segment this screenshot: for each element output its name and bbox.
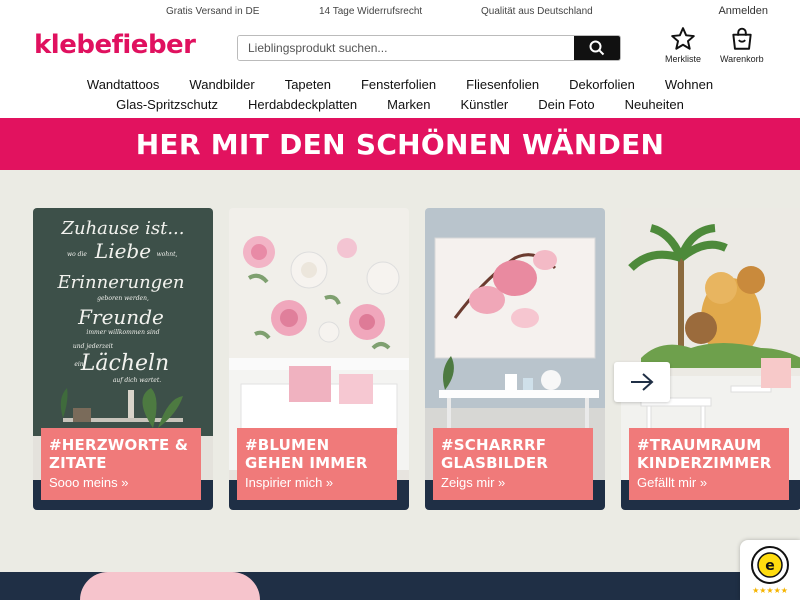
nav-neuheiten[interactable]: Neuheiten — [610, 96, 699, 114]
bag-icon — [732, 27, 752, 50]
card-title: #BLUMEN GEHEN IMMER — [245, 436, 368, 472]
quote-line-wo-die: wo die — [67, 251, 87, 258]
cart-button[interactable]: Warenkorb — [720, 26, 764, 64]
nav-fensterfolien[interactable]: Fensterfolien — [346, 76, 451, 94]
card-cta[interactable]: Zeigs mir » — [441, 475, 585, 490]
category-card-glasbilder[interactable]: #SCHARRRF GLASBILDER Zeigs mir » — [425, 208, 605, 510]
arrow-right-icon — [631, 373, 654, 391]
carousel-next-button[interactable] — [614, 362, 670, 402]
nav-fliesenfolien[interactable]: Fliesenfolien — [451, 76, 554, 94]
trusted-shops-badge[interactable]: e ★★★★★ — [740, 540, 800, 600]
nav-herdabdeckplatten[interactable]: Herdabdeckplatten — [233, 96, 372, 114]
search-input[interactable] — [238, 36, 574, 60]
quote-line-freunde: Freunde — [77, 305, 164, 329]
card-label: #BLUMEN GEHEN IMMER Inspirier mich » — [237, 428, 397, 500]
usp-quality: Qualität aus Deutschland — [481, 6, 593, 17]
search-button[interactable] — [574, 36, 620, 60]
nav-wohnen[interactable]: Wohnen — [650, 76, 728, 94]
card-label: #HERZWORTE & ZITATE Sooo meins » — [41, 428, 201, 500]
card-cta[interactable]: Gefällt mir » — [637, 475, 781, 490]
hero-banner: HER MIT DEN SCHÖNEN WÄNDEN — [0, 118, 800, 170]
header: klebefieber Merkliste Warenkorb — [0, 24, 800, 72]
quote-line-willkommen: immer willkommen sind — [86, 329, 159, 336]
card-title: #TRAUMRAUM KINDERZIMMER — [637, 436, 772, 472]
card-title: #HERZWORTE & ZITATE — [49, 436, 189, 472]
rating-stars: ★★★★★ — [752, 585, 788, 595]
wishlist-label: Merkliste — [665, 54, 702, 64]
quote-line-liebe: Liebe — [94, 239, 151, 263]
usp-bar: Gratis Versand in DE 14 Tage Widerrufsre… — [0, 0, 800, 24]
category-card-kinderzimmer[interactable]: #TRAUMRAUM KINDERZIMMER Gefällt mir » — [621, 208, 800, 510]
card-label: #TRAUMRAUM KINDERZIMMER Gefällt mir » — [629, 428, 789, 500]
nav-kuenstler[interactable]: Künstler — [446, 96, 524, 114]
search-icon — [589, 40, 605, 56]
usp-return: 14 Tage Widerrufsrecht — [319, 6, 423, 17]
category-carousel: Zuhause ist... wo die Liebe wohnt, Erinn… — [0, 170, 800, 572]
nav-marken[interactable]: Marken — [372, 96, 445, 114]
category-card-blumen[interactable]: #BLUMEN GEHEN IMMER Inspirier mich » — [229, 208, 409, 510]
decorative-arc — [80, 572, 260, 600]
svg-text:e: e — [765, 558, 775, 574]
quote-line-geboren: geboren werden, — [97, 295, 149, 302]
quote-line-jederzeit: und jederzeit — [73, 343, 114, 350]
nav-tapeten[interactable]: Tapeten — [270, 76, 346, 94]
cart-label: Warenkorb — [720, 54, 764, 64]
card-title: #SCHARRRF GLASBILDER — [441, 436, 549, 472]
quote-line-erinnerungen: Erinnerungen — [57, 272, 185, 293]
login-link[interactable]: Anmelden — [718, 5, 768, 17]
usp-shipping: Gratis Versand in DE — [166, 6, 260, 17]
quote-line-laecheln: Lächeln — [80, 351, 169, 376]
nav-glas-spritzschutz[interactable]: Glas-Spritzschutz — [101, 96, 233, 114]
hero-title: HER MIT DEN SCHÖNEN WÄNDEN — [135, 127, 665, 161]
category-card-zitate[interactable]: Zuhause ist... wo die Liebe wohnt, Erinn… — [33, 208, 213, 510]
wishlist-button[interactable]: Merkliste — [665, 26, 701, 64]
search-bar — [237, 35, 621, 61]
nav-dekorfolien[interactable]: Dekorfolien — [554, 76, 650, 94]
quote-line-zuhause: Zuhause ist... — [60, 218, 184, 239]
nav-wandtattoos[interactable]: Wandtattoos — [72, 76, 175, 94]
quote-line-wohnt: wohnt, — [157, 251, 178, 258]
nav-dein-foto[interactable]: Dein Foto — [523, 96, 609, 114]
quote-line-wartet: auf dich wartet. — [113, 377, 161, 384]
logo[interactable]: klebefieber — [34, 30, 196, 60]
card-label: #SCHARRRF GLASBILDER Zeigs mir » — [433, 428, 593, 500]
card-cta[interactable]: Inspirier mich » — [245, 475, 389, 490]
main-nav: Wandtattoos Wandbilder Tapeten Fensterfo… — [0, 72, 800, 118]
card-cta[interactable]: Sooo meins » — [49, 475, 193, 490]
trusted-shops-icon: e — [751, 545, 789, 584]
star-icon — [671, 27, 695, 50]
nav-wandbilder[interactable]: Wandbilder — [174, 76, 269, 94]
